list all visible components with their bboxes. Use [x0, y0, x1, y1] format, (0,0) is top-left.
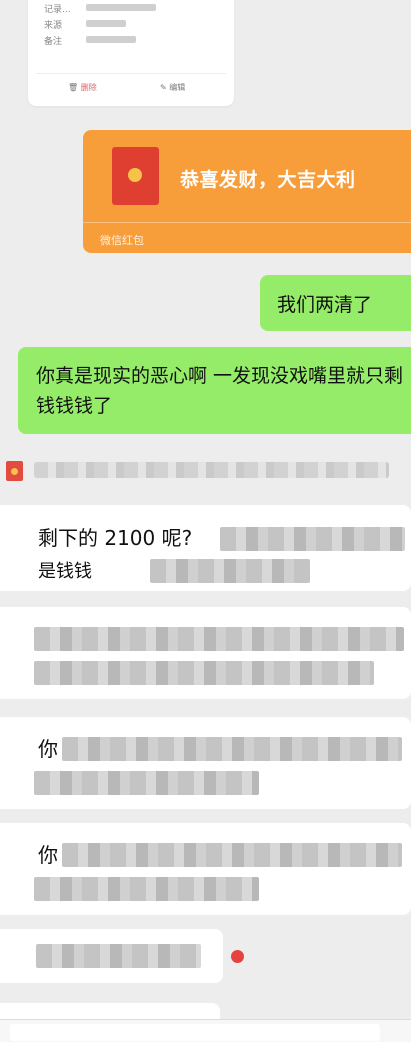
received-message[interactable]: 剩下的 2100 呢? 是钱钱 — [0, 505, 411, 591]
unread-dot — [231, 950, 244, 963]
red-packet-icon — [112, 147, 159, 205]
note-row-label: 记录... — [44, 5, 71, 15]
sent-message[interactable]: 我们两清了 — [260, 275, 411, 331]
received-message[interactable] — [0, 607, 411, 699]
received-message[interactable]: 你 — [0, 717, 411, 809]
red-packet-title: 恭喜发财，大吉大利 — [180, 169, 356, 191]
message-text: 我们两清了 — [277, 294, 373, 316]
edit-icon: ✎ — [160, 83, 167, 92]
red-packet-divider — [83, 222, 411, 223]
note-card: 记录... 来源 备注 🗑 删除 ✎ 编辑 — [28, 0, 234, 106]
message-text: 你真是现实的恶心啊 一发现没戏嘴里就只剩钱钱钱了 — [36, 365, 404, 417]
received-voice-message[interactable] — [0, 929, 223, 983]
edit-button[interactable]: ✎ 编辑 — [160, 82, 185, 93]
red-packet-small-icon — [6, 461, 23, 481]
note-row-value — [86, 36, 136, 43]
message-text: 你 — [38, 737, 58, 761]
message-text: 剩下的 2100 呢? — [38, 526, 193, 550]
note-row-value — [86, 20, 126, 27]
note-row-label: 来源 — [44, 21, 63, 31]
note-row-label: 备注 — [44, 37, 63, 47]
blurred-text — [62, 843, 402, 867]
blurred-text — [34, 771, 259, 795]
blurred-text — [34, 627, 404, 651]
delete-button[interactable]: 🗑 删除 — [68, 82, 97, 93]
blurred-quote — [34, 462, 389, 478]
note-divider — [36, 73, 226, 74]
blurred-text — [220, 527, 405, 551]
blurred-text — [36, 944, 201, 968]
blurred-text — [62, 737, 402, 761]
trash-icon: 🗑 — [68, 83, 79, 92]
delete-label: 删除 — [80, 83, 97, 92]
message-text: 是钱钱 — [38, 561, 92, 582]
red-packet-message[interactable]: 恭喜发财，大吉大利 微信红包 — [83, 130, 411, 253]
note-row-value — [86, 4, 156, 11]
message-input[interactable] — [10, 1024, 380, 1041]
edit-label: 编辑 — [169, 83, 186, 92]
received-message[interactable]: 你 — [0, 823, 411, 915]
red-packet-footer: 微信红包 — [100, 234, 144, 247]
blurred-text — [34, 877, 259, 901]
blurred-text — [150, 559, 310, 583]
blurred-text — [34, 661, 374, 685]
sent-message[interactable]: 你真是现实的恶心啊 一发现没戏嘴里就只剩钱钱钱了 — [18, 347, 411, 434]
message-text: 你 — [38, 843, 58, 867]
